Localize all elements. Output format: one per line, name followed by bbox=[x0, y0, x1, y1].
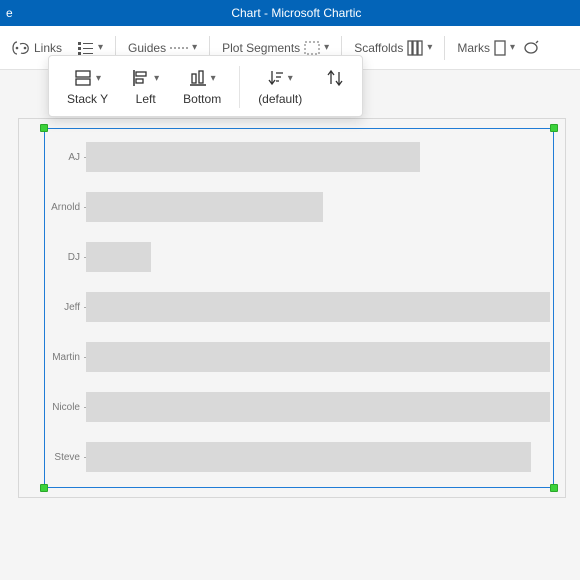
category-label: Jeff bbox=[48, 302, 86, 313]
swap-axes-button[interactable] bbox=[320, 66, 350, 108]
chevron-down-icon: ▾ bbox=[427, 42, 432, 53]
category-label: Nicole bbox=[48, 402, 86, 413]
bar-track bbox=[86, 282, 550, 332]
category-label: Steve bbox=[48, 452, 86, 463]
bar-track bbox=[86, 132, 550, 182]
bar-track bbox=[86, 332, 550, 382]
chart-row: Martin bbox=[48, 332, 550, 382]
chevron-down-icon: ▾ bbox=[154, 73, 159, 84]
plot-segments-label: Plot Segments bbox=[222, 41, 300, 55]
resize-handle-nw[interactable] bbox=[40, 124, 48, 132]
window-title: Chart - Microsoft Chartic bbox=[13, 6, 580, 20]
resize-handle-ne[interactable] bbox=[550, 124, 558, 132]
sublayout-popup: ▾ Stack Y ▾ Left ▾ Bottom ▾ (default) bbox=[48, 55, 363, 117]
bar-mark[interactable] bbox=[86, 342, 550, 372]
bar-track bbox=[86, 432, 550, 482]
chart-row: Arnold bbox=[48, 182, 550, 232]
toolbar-separator bbox=[444, 36, 445, 60]
category-label: Martin bbox=[48, 352, 86, 363]
rectangle-mark-icon bbox=[494, 40, 506, 56]
titlebar-left-fragment: e bbox=[0, 6, 13, 20]
popup-separator bbox=[239, 66, 240, 108]
resize-handle-se[interactable] bbox=[550, 484, 558, 492]
align-left-button[interactable]: ▾ Left bbox=[126, 66, 165, 108]
swap-icon bbox=[326, 69, 344, 87]
bar-track bbox=[86, 182, 550, 232]
ellipse-mark-icon bbox=[523, 40, 539, 56]
bar-track bbox=[86, 382, 550, 432]
links-label: Links bbox=[34, 41, 62, 55]
align-left-icon bbox=[132, 69, 150, 87]
marks-label: Marks bbox=[457, 41, 490, 55]
bar-mark[interactable] bbox=[86, 392, 550, 422]
stack-y-label: Stack Y bbox=[67, 92, 108, 106]
resize-handle-sw[interactable] bbox=[40, 484, 48, 492]
category-label: Arnold bbox=[48, 202, 86, 213]
bar-mark[interactable] bbox=[86, 292, 550, 322]
chevron-down-icon: ▾ bbox=[192, 42, 197, 53]
stack-y-button[interactable]: ▾ Stack Y bbox=[61, 66, 114, 108]
rect-dashed-icon bbox=[304, 41, 320, 55]
chart-row: AJ bbox=[48, 132, 550, 182]
window-titlebar: e Chart - Microsoft Chartic bbox=[0, 0, 580, 26]
scaffolds-label: Scaffolds bbox=[354, 41, 403, 55]
bar-track bbox=[86, 232, 550, 282]
category-label: DJ bbox=[48, 252, 86, 263]
chevron-down-icon: ▾ bbox=[288, 73, 293, 84]
chart-row: Nicole bbox=[48, 382, 550, 432]
chevron-down-icon: ▾ bbox=[510, 42, 515, 53]
bar-mark[interactable] bbox=[86, 192, 323, 222]
align-bottom-button[interactable]: ▾ Bottom bbox=[177, 66, 227, 108]
bar-mark[interactable] bbox=[86, 242, 151, 272]
guides-label: Guides bbox=[128, 41, 166, 55]
align-left-label: Left bbox=[136, 92, 156, 106]
chevron-down-icon: ▾ bbox=[211, 73, 216, 84]
marks-button[interactable]: Marks ▾ bbox=[451, 36, 545, 60]
chevron-down-icon: ▾ bbox=[96, 73, 101, 84]
align-bottom-icon bbox=[189, 69, 207, 87]
sort-default-button[interactable]: ▾ (default) bbox=[252, 66, 308, 108]
chart-row: DJ bbox=[48, 232, 550, 282]
bar-mark[interactable] bbox=[86, 142, 420, 172]
stack-y-icon bbox=[74, 69, 92, 87]
guide-line-icon bbox=[170, 43, 188, 53]
chart-row: Jeff bbox=[48, 282, 550, 332]
chevron-down-icon: ▾ bbox=[98, 42, 103, 53]
chart-plot-area: AJ Arnold DJ Jeff Martin Nicole Steve bbox=[48, 132, 550, 484]
legend-icon bbox=[78, 41, 94, 55]
scaffold-icon bbox=[407, 40, 423, 56]
sort-default-label: (default) bbox=[258, 92, 302, 106]
bar-mark[interactable] bbox=[86, 442, 531, 472]
links-icon bbox=[12, 41, 30, 55]
sort-icon bbox=[268, 69, 284, 87]
chart-row: Steve bbox=[48, 432, 550, 482]
chevron-down-icon: ▾ bbox=[324, 42, 329, 53]
align-bottom-label: Bottom bbox=[183, 92, 221, 106]
category-label: AJ bbox=[48, 152, 86, 163]
